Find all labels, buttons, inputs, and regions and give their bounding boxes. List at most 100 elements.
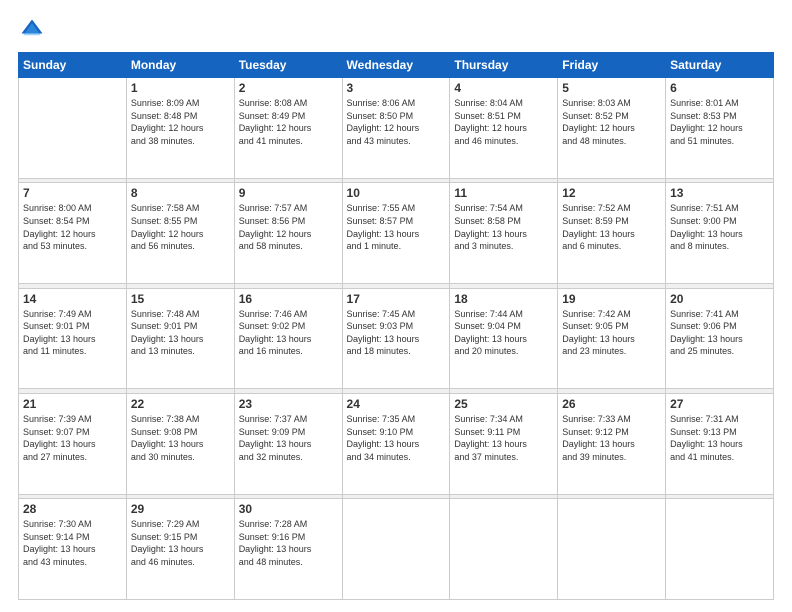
day-info: Sunrise: 7:57 AM Sunset: 8:56 PM Dayligh… — [239, 202, 338, 252]
day-info: Sunrise: 7:35 AM Sunset: 9:10 PM Dayligh… — [347, 413, 446, 463]
header-sunday: Sunday — [19, 53, 127, 78]
calendar-cell: 19 Sunrise: 7:42 AM Sunset: 9:05 PM Dayli… — [558, 288, 666, 389]
day-number: 3 — [347, 81, 446, 95]
header-tuesday: Tuesday — [234, 53, 342, 78]
calendar-cell — [450, 499, 558, 600]
calendar-week-row: 14 Sunrise: 7:49 AM Sunset: 9:01 PM Dayli… — [19, 288, 774, 389]
day-number: 19 — [562, 292, 661, 306]
day-info: Sunrise: 7:38 AM Sunset: 9:08 PM Dayligh… — [131, 413, 230, 463]
calendar-cell: 25 Sunrise: 7:34 AM Sunset: 9:11 PM Dayli… — [450, 393, 558, 494]
calendar-week-row: 1Sunrise: 8:09 AM Sunset: 8:48 PM Daylig… — [19, 78, 774, 179]
calendar-cell: 23 Sunrise: 7:37 AM Sunset: 9:09 PM Dayli… — [234, 393, 342, 494]
day-number: 7 — [23, 186, 122, 200]
calendar-cell: 10Sunrise: 7:55 AM Sunset: 8:57 PM Dayli… — [342, 183, 450, 284]
calendar-week-row: 7Sunrise: 8:00 AM Sunset: 8:54 PM Daylig… — [19, 183, 774, 284]
day-number: 14 — [23, 292, 122, 306]
calendar-week-row: 28Sunrise: 7:30 AM Sunset: 9:14 PM Dayli… — [19, 499, 774, 600]
day-number: 6 — [670, 81, 769, 95]
day-number: 21 — [23, 397, 122, 411]
calendar-cell: 27 Sunrise: 7:31 AM Sunset: 9:13 PM Dayli… — [666, 393, 774, 494]
calendar-cell: 3 Sunrise: 8:06 AM Sunset: 8:50 PM Daylig… — [342, 78, 450, 179]
day-info: Sunrise: 8:06 AM Sunset: 8:50 PM Dayligh… — [347, 97, 446, 147]
day-info: Sunrise: 7:39 AM Sunset: 9:07 PM Dayligh… — [23, 413, 122, 463]
day-info: Sunrise: 7:41 AM Sunset: 9:06 PM Dayligh… — [670, 308, 769, 358]
day-number: 20 — [670, 292, 769, 306]
calendar-cell: 7Sunrise: 8:00 AM Sunset: 8:54 PM Daylig… — [19, 183, 127, 284]
day-number: 5 — [562, 81, 661, 95]
header-monday: Monday — [126, 53, 234, 78]
calendar-cell: 18 Sunrise: 7:44 AM Sunset: 9:04 PM Dayli… — [450, 288, 558, 389]
day-number: 16 — [239, 292, 338, 306]
calendar-cell: 16 Sunrise: 7:46 AM Sunset: 9:02 PM Dayli… — [234, 288, 342, 389]
day-number: 10 — [347, 186, 446, 200]
calendar-cell: 5 Sunrise: 8:03 AM Sunset: 8:52 PM Daylig… — [558, 78, 666, 179]
day-info: Sunrise: 7:48 AM Sunset: 9:01 PM Dayligh… — [131, 308, 230, 358]
logo — [18, 16, 50, 44]
day-info: Sunrise: 7:51 AM Sunset: 9:00 PM Dayligh… — [670, 202, 769, 252]
day-number: 25 — [454, 397, 553, 411]
day-number: 8 — [131, 186, 230, 200]
calendar-cell — [666, 499, 774, 600]
day-number: 11 — [454, 186, 553, 200]
calendar-cell: 11 Sunrise: 7:54 AM Sunset: 8:58 PM Dayli… — [450, 183, 558, 284]
day-number: 4 — [454, 81, 553, 95]
calendar-cell: 15 Sunrise: 7:48 AM Sunset: 9:01 PM Dayli… — [126, 288, 234, 389]
day-number: 9 — [239, 186, 338, 200]
day-number: 2 — [239, 81, 338, 95]
calendar-cell: 17Sunrise: 7:45 AM Sunset: 9:03 PM Dayli… — [342, 288, 450, 389]
day-number: 18 — [454, 292, 553, 306]
calendar-cell: 12Sunrise: 7:52 AM Sunset: 8:59 PM Dayli… — [558, 183, 666, 284]
day-info: Sunrise: 8:01 AM Sunset: 8:53 PM Dayligh… — [670, 97, 769, 147]
day-number: 26 — [562, 397, 661, 411]
calendar-week-row: 21 Sunrise: 7:39 AM Sunset: 9:07 PM Dayli… — [19, 393, 774, 494]
calendar-cell: 1Sunrise: 8:09 AM Sunset: 8:48 PM Daylig… — [126, 78, 234, 179]
calendar-cell — [558, 499, 666, 600]
day-number: 24 — [347, 397, 446, 411]
header-friday: Friday — [558, 53, 666, 78]
day-info: Sunrise: 7:34 AM Sunset: 9:11 PM Dayligh… — [454, 413, 553, 463]
calendar-cell: 4 Sunrise: 8:04 AM Sunset: 8:51 PM Daylig… — [450, 78, 558, 179]
calendar-cell: 26 Sunrise: 7:33 AM Sunset: 9:12 PM Dayli… — [558, 393, 666, 494]
page: Sunday Monday Tuesday Wednesday Thursday… — [0, 0, 792, 612]
calendar-cell — [342, 499, 450, 600]
calendar-cell: 30 Sunrise: 7:28 AM Sunset: 9:16 PM Dayli… — [234, 499, 342, 600]
day-info: Sunrise: 7:44 AM Sunset: 9:04 PM Dayligh… — [454, 308, 553, 358]
day-number: 13 — [670, 186, 769, 200]
day-info: Sunrise: 8:03 AM Sunset: 8:52 PM Dayligh… — [562, 97, 661, 147]
calendar-cell: 14 Sunrise: 7:49 AM Sunset: 9:01 PM Dayli… — [19, 288, 127, 389]
day-info: Sunrise: 8:04 AM Sunset: 8:51 PM Dayligh… — [454, 97, 553, 147]
calendar-cell: 8 Sunrise: 7:58 AM Sunset: 8:55 PM Daylig… — [126, 183, 234, 284]
day-info: Sunrise: 7:54 AM Sunset: 8:58 PM Dayligh… — [454, 202, 553, 252]
calendar-cell: 2 Sunrise: 8:08 AM Sunset: 8:49 PM Daylig… — [234, 78, 342, 179]
day-number: 29 — [131, 502, 230, 516]
day-info: Sunrise: 7:46 AM Sunset: 9:02 PM Dayligh… — [239, 308, 338, 358]
day-info: Sunrise: 7:52 AM Sunset: 8:59 PM Dayligh… — [562, 202, 661, 252]
day-number: 23 — [239, 397, 338, 411]
day-info: Sunrise: 7:37 AM Sunset: 9:09 PM Dayligh… — [239, 413, 338, 463]
header-wednesday: Wednesday — [342, 53, 450, 78]
day-number: 30 — [239, 502, 338, 516]
day-info: Sunrise: 7:33 AM Sunset: 9:12 PM Dayligh… — [562, 413, 661, 463]
logo-icon — [18, 16, 46, 44]
header — [18, 16, 774, 44]
calendar-cell: 13 Sunrise: 7:51 AM Sunset: 9:00 PM Dayli… — [666, 183, 774, 284]
calendar-table: Sunday Monday Tuesday Wednesday Thursday… — [18, 52, 774, 600]
day-info: Sunrise: 7:28 AM Sunset: 9:16 PM Dayligh… — [239, 518, 338, 568]
day-info: Sunrise: 7:49 AM Sunset: 9:01 PM Dayligh… — [23, 308, 122, 358]
day-number: 15 — [131, 292, 230, 306]
day-info: Sunrise: 7:29 AM Sunset: 9:15 PM Dayligh… — [131, 518, 230, 568]
calendar-cell — [19, 78, 127, 179]
day-info: Sunrise: 7:31 AM Sunset: 9:13 PM Dayligh… — [670, 413, 769, 463]
day-number: 1 — [131, 81, 230, 95]
day-info: Sunrise: 7:42 AM Sunset: 9:05 PM Dayligh… — [562, 308, 661, 358]
day-info: Sunrise: 8:08 AM Sunset: 8:49 PM Dayligh… — [239, 97, 338, 147]
day-info: Sunrise: 7:58 AM Sunset: 8:55 PM Dayligh… — [131, 202, 230, 252]
day-number: 27 — [670, 397, 769, 411]
calendar-cell: 6 Sunrise: 8:01 AM Sunset: 8:53 PM Daylig… — [666, 78, 774, 179]
header-saturday: Saturday — [666, 53, 774, 78]
calendar-cell: 22 Sunrise: 7:38 AM Sunset: 9:08 PM Dayli… — [126, 393, 234, 494]
day-number: 22 — [131, 397, 230, 411]
calendar-cell: 20 Sunrise: 7:41 AM Sunset: 9:06 PM Dayli… — [666, 288, 774, 389]
day-number: 28 — [23, 502, 122, 516]
calendar-cell: 28Sunrise: 7:30 AM Sunset: 9:14 PM Dayli… — [19, 499, 127, 600]
